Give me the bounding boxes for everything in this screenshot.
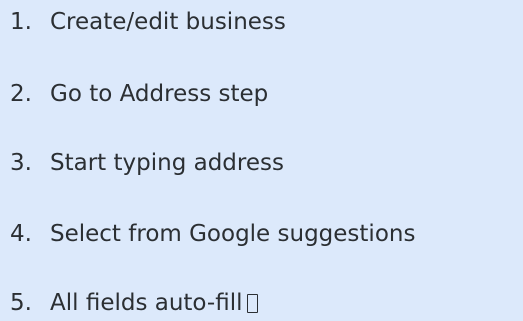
step-item: 1. Create/edit business xyxy=(10,6,286,38)
step-text: Start typing address xyxy=(50,150,284,176)
step-number: 1. xyxy=(10,9,32,35)
missing-glyph-box-icon xyxy=(246,294,258,313)
step-item: 2. Go to Address step xyxy=(10,78,268,110)
step-text: Create/edit business xyxy=(50,9,286,35)
step-number: 4. xyxy=(10,221,32,247)
step-number: 2. xyxy=(10,81,32,107)
step-text: All fields auto-fill xyxy=(50,290,243,316)
step-item: 4. Select from Google suggestions xyxy=(10,218,415,250)
step-text: Select from Google suggestions xyxy=(50,221,416,247)
step-text: Go to Address step xyxy=(50,81,269,107)
step-item: 3. Start typing address xyxy=(10,147,284,179)
step-item: 5. All fields auto-fill xyxy=(10,287,258,319)
step-number: 5. xyxy=(10,290,32,316)
step-number: 3. xyxy=(10,150,32,176)
steps-list: 1. Create/edit business 2. Go to Address s… xyxy=(0,0,523,321)
